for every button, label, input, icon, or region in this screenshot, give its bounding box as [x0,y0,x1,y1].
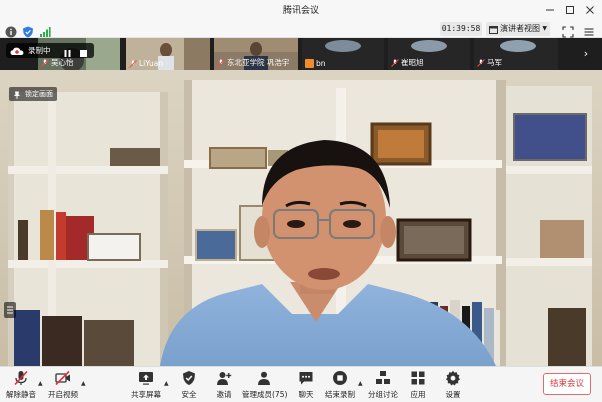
info-icon[interactable] [5,23,17,38]
start-video-button[interactable]: 开启视频 [47,370,79,402]
view-mode-dropdown[interactable]: 演讲者视图 ▼ [486,22,550,36]
settings-label: 设置 [445,390,461,399]
signal-icon[interactable] [39,23,51,37]
cloud-record-icon [10,46,24,55]
mic-off-icon [217,58,225,67]
mic-off-icon [41,58,49,67]
start-video-label: 开启视频 [48,390,78,399]
chevron-up-icon[interactable]: ▲ [38,380,43,387]
participant-tile[interactable]: bn [302,38,384,70]
stop-icon[interactable] [80,47,87,57]
chat-label: 聊天 [298,390,314,399]
settings-button[interactable]: 设置 [441,370,465,402]
chevron-up-icon[interactable]: ▲ [81,380,86,387]
chat-icon [298,370,314,386]
unmute-button[interactable]: 解除静音 [5,370,37,402]
mic-off-icon [477,58,485,67]
chevron-down-icon: ▼ [542,25,547,32]
title-bar: 腾讯会议 [0,0,602,20]
share-screen-button[interactable]: 共享屏幕 [129,370,163,402]
end-meeting-button[interactable]: 结束会议 [543,373,591,395]
breakout-rooms-icon [375,370,391,386]
participant-name: bn [316,59,326,68]
participant-name: 吴心怡 [51,58,74,67]
unmute-label: 解除静音 [6,390,36,399]
speaker-video-image [0,70,602,366]
lock-view-button[interactable]: 锁定画面 [9,87,57,101]
participant-name: 崔昭旭 [401,58,424,67]
participant-tile[interactable]: 马军 [474,38,558,70]
chevron-up-icon[interactable]: ▲ [164,380,169,387]
minimize-icon[interactable] [543,2,557,16]
video-off-icon [55,370,71,386]
meeting-timer: 01:39:58 [440,22,482,36]
stop-record-icon [332,370,348,386]
apps-button[interactable]: 应用 [406,370,430,402]
end-recording-button[interactable]: 结束录制 [324,370,356,402]
recording-label: 录制中 [28,46,51,55]
menu-icon[interactable] [583,23,595,36]
participant-name: 马军 [487,58,502,67]
share-screen-label: 共享屏幕 [131,390,161,399]
view-mode-label: 演讲者视图 [500,24,540,33]
chat-button[interactable]: 聊天 [294,370,318,402]
participant-name: LiYuan [139,59,164,68]
mic-off-icon [13,370,29,386]
breakout-button[interactable]: 分组讨论 [368,370,398,402]
add-user-icon [216,370,232,386]
end-recording-label: 结束录制 [325,390,355,399]
gear-icon [445,370,461,386]
manage-members-button[interactable]: 管理成员(75) [242,370,288,402]
user-avatar-icon [305,59,314,68]
close-icon[interactable] [583,2,597,16]
recording-indicator[interactable]: 录制中 [6,43,94,58]
participant-name: 东北亚学院 巩浩宇 [227,58,290,67]
chevron-right-icon[interactable]: › [578,38,594,70]
security-button[interactable]: 安全 [177,370,201,402]
participant-tile[interactable]: 崔昭旭 [388,38,470,70]
members-icon [256,370,272,386]
maximize-icon[interactable] [563,2,577,16]
shield-icon[interactable] [22,23,34,38]
participant-tile[interactable]: 东北亚学院 巩浩宇 [214,38,298,70]
mic-off-icon [391,58,399,67]
layout-icon [489,25,498,34]
window-title: 腾讯会议 [282,6,319,16]
status-bar: 01:39:58 演讲者视图 ▼ [0,20,602,38]
breakout-label: 分组讨论 [368,390,398,399]
apps-label: 应用 [410,390,426,399]
invite-label: 邀请 [216,390,232,399]
shield-icon [181,370,197,386]
share-screen-icon [138,370,154,386]
meeting-toolbar: 解除静音 ▲ 开启视频 ▲ 共享屏幕 ▲ 安全 邀请 管理成员(75) 聊天 结… [0,366,602,402]
pin-icon [13,90,21,99]
list-toggle-icon[interactable] [4,302,16,318]
lock-view-label: 锁定画面 [25,90,53,98]
speaker-video [0,70,602,366]
invite-button[interactable]: 邀请 [212,370,236,402]
mic-off-icon [129,59,137,68]
meeting-window: 腾讯会议 01:39:58 演讲者视图 ▼ 吴心怡 LiYuan 东北亚学院 巩… [0,0,602,402]
chevron-up-icon[interactable]: ▲ [358,380,363,387]
security-label: 安全 [181,390,197,399]
participant-tile[interactable]: LiYuan [126,38,210,70]
apps-icon [410,370,426,386]
fullscreen-icon[interactable] [562,23,574,38]
pause-icon[interactable] [64,47,71,57]
manage-members-label: 管理成员(75) [242,390,288,399]
